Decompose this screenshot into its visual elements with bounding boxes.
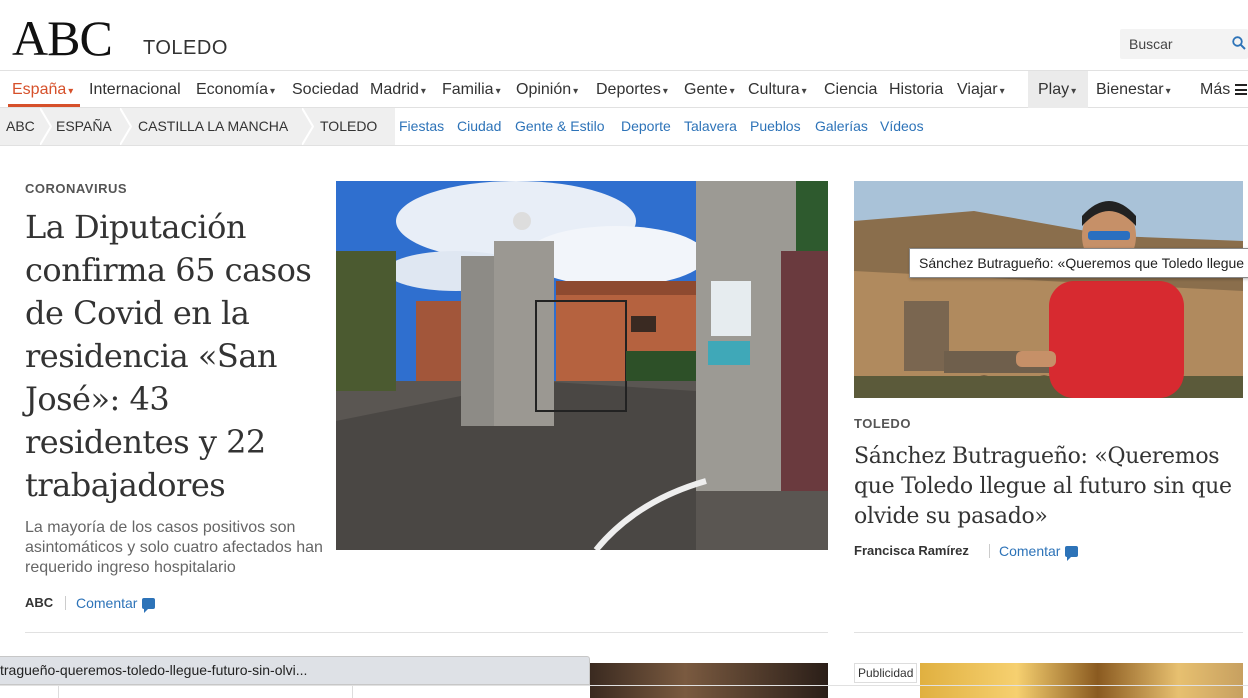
- chevron-down-icon: ▾: [1071, 86, 1077, 97]
- lead-headline[interactable]: La Diputación confirma 65 casos de Covid…: [25, 206, 325, 507]
- headline-tooltip: Sánchez Butragueño: «Queremos que Toledo…: [909, 248, 1248, 278]
- chevron-down-icon: ▾: [801, 86, 807, 97]
- active-nav-indicator: [8, 104, 80, 107]
- subnav-link-gente-estilo[interactable]: Gente & Estilo: [515, 108, 605, 145]
- advertisement-image[interactable]: [920, 663, 1243, 698]
- chevron-down-icon: ▾: [662, 86, 668, 97]
- section-divider: [25, 632, 828, 633]
- breadcrumb-abc[interactable]: ABC: [6, 108, 35, 145]
- chevron-down-icon: ▾: [270, 86, 276, 97]
- abc-logo[interactable]: ABC: [12, 10, 113, 66]
- nav-item-bienestar[interactable]: Bienestar ▾: [1096, 71, 1171, 108]
- chevron-down-icon: ▾: [573, 86, 579, 97]
- nav-item-viajar[interactable]: Viajar ▾: [957, 71, 1005, 108]
- next-story-photo[interactable]: [590, 663, 828, 698]
- main-nav: España ▾ Internacional Economía ▾ Sociedad…: [0, 70, 1248, 108]
- comment-icon: [1065, 546, 1079, 561]
- subnav-link-pueblos[interactable]: Pueblos: [750, 108, 801, 145]
- nav-item-deportes[interactable]: Deportes ▾: [596, 71, 668, 108]
- nav-item-historia[interactable]: Historia: [889, 71, 943, 108]
- nav-item-sociedad[interactable]: Sociedad: [292, 71, 359, 108]
- nav-item-madrid[interactable]: Madrid ▾: [370, 71, 426, 108]
- side-headline[interactable]: Sánchez Butragueño: «Queremos que Toledo…: [854, 442, 1244, 532]
- breadcrumb-end-chevron-icon: [384, 108, 395, 145]
- nav-item-economia[interactable]: Economía ▾: [196, 71, 275, 108]
- nav-item-espana[interactable]: España ▾: [12, 71, 73, 108]
- chevron-down-icon: ▾: [420, 86, 426, 97]
- subnav-link-talavera[interactable]: Talavera: [684, 108, 737, 145]
- byline-separator: [65, 596, 66, 610]
- breadcrumb-espana[interactable]: ESPAÑA: [56, 108, 112, 145]
- nav-item-opinion[interactable]: Opinión ▾: [516, 71, 578, 108]
- comment-icon: [142, 598, 156, 613]
- chevron-down-icon: ▾: [999, 86, 1005, 97]
- breadcrumb: ABC ESPAÑA CASTILLA LA MANCHA TOLEDO: [0, 108, 395, 145]
- sub-nav: ABC ESPAÑA CASTILLA LA MANCHA TOLEDO Fie…: [0, 108, 1248, 146]
- nav-item-gente[interactable]: Gente ▾: [684, 71, 735, 108]
- chevron-down-icon: ▾: [729, 86, 735, 97]
- menu-icon: [1235, 84, 1248, 95]
- breadcrumb-chevron-icon: [302, 108, 314, 145]
- lead-comment-link[interactable]: Comentar: [76, 595, 156, 613]
- nav-item-mas[interactable]: Más: [1200, 71, 1248, 108]
- subnav-link-galerias[interactable]: Galerías: [815, 108, 868, 145]
- breadcrumb-chevron-icon: [40, 108, 52, 145]
- nav-item-ciencia[interactable]: Ciencia: [824, 71, 877, 108]
- browser-status-url: tragueño-queremos-toledo-llegue-futuro-s…: [0, 656, 590, 685]
- breadcrumb-toledo[interactable]: TOLEDO: [320, 108, 377, 145]
- lead-summary: La mayoría de los casos positivos son as…: [25, 519, 323, 576]
- side-photo-toledo-portrait[interactable]: [854, 181, 1243, 398]
- nav-item-play[interactable]: Play ▾: [1038, 71, 1076, 108]
- bottom-divider: [0, 685, 1248, 686]
- subnav-link-deporte[interactable]: Deporte: [621, 108, 671, 145]
- ad-label: Publicidad: [854, 663, 918, 683]
- search-icon[interactable]: [1232, 36, 1246, 50]
- chevron-down-icon: ▾: [495, 86, 501, 97]
- chevron-down-icon: ▾: [68, 86, 74, 97]
- search-box: [1120, 29, 1248, 59]
- section-divider: [854, 632, 1243, 633]
- nav-item-internacional[interactable]: Internacional: [89, 71, 181, 108]
- subnav-link-fiestas[interactable]: Fiestas: [399, 108, 444, 145]
- nav-item-cultura[interactable]: Cultura ▾: [748, 71, 807, 108]
- lead-kicker[interactable]: CORONAVIRUS: [25, 181, 127, 196]
- side-author[interactable]: Francisca Ramírez: [854, 543, 969, 558]
- bottom-tick: [352, 686, 353, 698]
- side-kicker[interactable]: TOLEDO: [854, 416, 911, 431]
- breadcrumb-castilla[interactable]: CASTILLA LA MANCHA: [138, 108, 288, 145]
- nav-item-familia[interactable]: Familia ▾: [442, 71, 501, 108]
- chevron-down-icon: ▾: [1165, 86, 1171, 97]
- section-title[interactable]: TOLEDO: [143, 37, 228, 60]
- byline-separator: [989, 544, 990, 558]
- bottom-tick: [58, 686, 59, 698]
- side-comment-link[interactable]: Comentar: [999, 543, 1079, 561]
- subnav-link-ciudad[interactable]: Ciudad: [457, 108, 501, 145]
- subnav-link-videos[interactable]: Vídeos: [880, 108, 924, 145]
- lead-author[interactable]: ABC: [25, 595, 53, 610]
- breadcrumb-chevron-icon: [120, 108, 132, 145]
- site-header: ABC TOLEDO: [0, 0, 1248, 70]
- search-input[interactable]: [1120, 29, 1230, 59]
- lead-photo-residence-gate[interactable]: [336, 181, 828, 550]
